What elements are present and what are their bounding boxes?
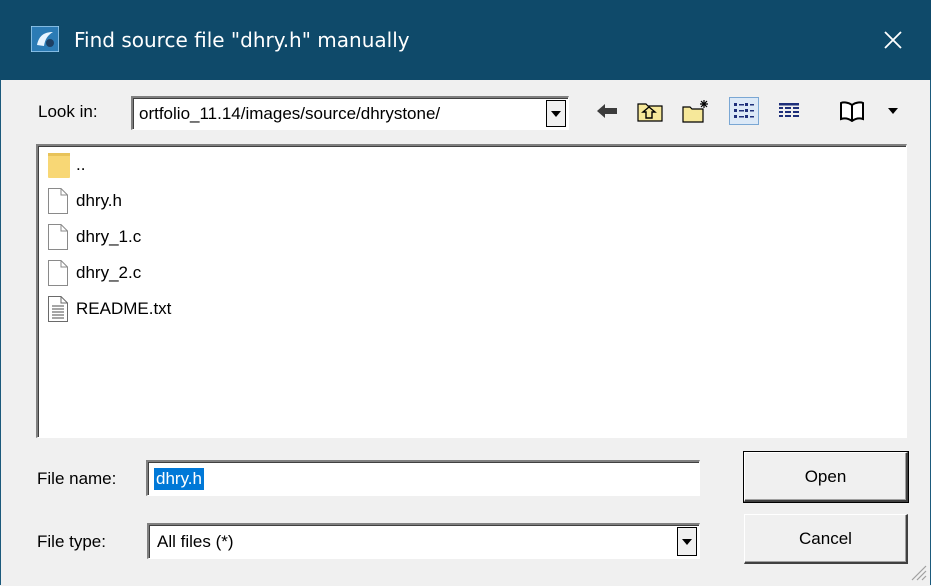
- file-name-input[interactable]: dhry.h: [146, 460, 700, 496]
- list-view-icon[interactable]: [729, 97, 759, 125]
- text-file-icon: [48, 296, 70, 322]
- file-type-label: File type:: [37, 532, 106, 551]
- bookmarks-icon[interactable]: [838, 99, 866, 123]
- file-icon: [48, 224, 70, 250]
- app-icon: [30, 25, 60, 53]
- look-in-combo[interactable]: ortfolio_11.14/images/source/dhrystone/: [131, 96, 569, 130]
- resize-grip[interactable]: [909, 563, 927, 581]
- file-name-label: File name:: [37, 469, 117, 488]
- file-icon: [48, 260, 70, 286]
- dropdown-arrow-icon[interactable]: [884, 99, 902, 123]
- file-list[interactable]: .. dhry.h dhry_1.c dhry_2.c README.txt: [36, 144, 907, 438]
- look-in-dropdown-button[interactable]: [546, 100, 566, 127]
- close-icon: [884, 31, 902, 49]
- open-button[interactable]: Open: [743, 451, 909, 503]
- new-folder-icon[interactable]: [682, 99, 712, 123]
- list-item[interactable]: README.txt: [48, 294, 171, 324]
- file-type-select[interactable]: All files (*): [147, 523, 700, 559]
- look-in-value: ortfolio_11.14/images/source/dhrystone/: [139, 103, 441, 123]
- file-name: dhry_1.c: [76, 227, 142, 246]
- list-item[interactable]: dhry_1.c: [48, 222, 141, 252]
- file-name-value: dhry.h: [154, 468, 204, 490]
- window-title: Find source file "dhry.h" manually: [74, 28, 410, 52]
- file-name: dhry.h: [76, 191, 122, 210]
- back-icon[interactable]: [594, 99, 620, 123]
- list-item[interactable]: ..: [48, 150, 85, 180]
- look-in-label: Look in:: [38, 102, 98, 121]
- folder-icon: [48, 152, 70, 178]
- close-button[interactable]: [855, 0, 931, 80]
- title-bar: Find source file "dhry.h" manually: [0, 0, 931, 80]
- file-type-value: All files (*): [157, 531, 234, 551]
- file-name: README.txt: [76, 299, 172, 318]
- file-icon: [48, 188, 70, 214]
- details-view-icon[interactable]: [776, 99, 802, 123]
- up-folder-icon[interactable]: [636, 99, 664, 123]
- file-name: ..: [76, 155, 86, 174]
- file-type-dropdown-button[interactable]: [677, 527, 697, 556]
- file-name: dhry_2.c: [76, 263, 142, 282]
- cancel-button[interactable]: Cancel: [744, 514, 908, 564]
- list-item[interactable]: dhry.h: [48, 186, 122, 216]
- list-item[interactable]: dhry_2.c: [48, 258, 141, 288]
